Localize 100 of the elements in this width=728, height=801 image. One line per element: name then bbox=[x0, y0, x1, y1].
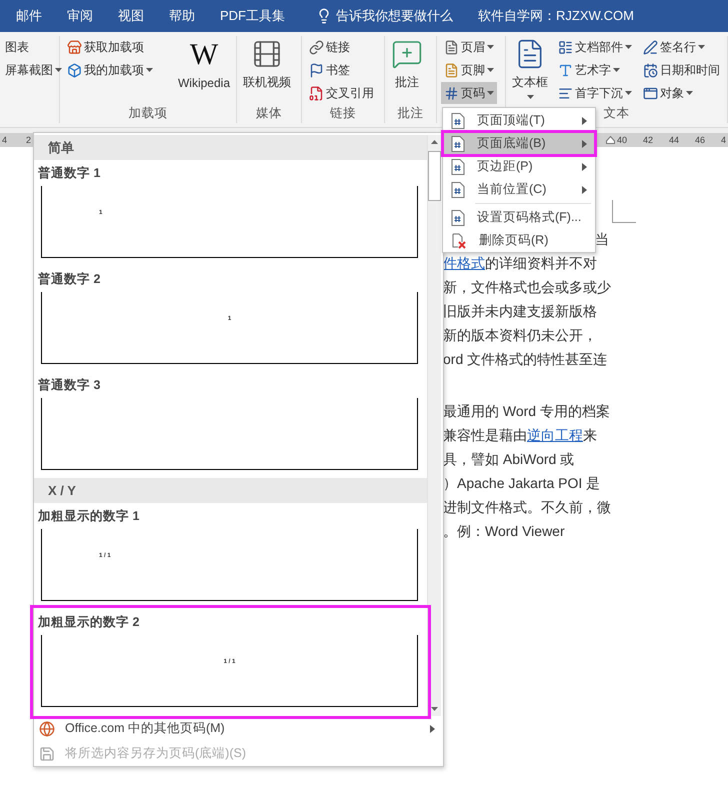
submenu-arrow-icon bbox=[582, 140, 587, 148]
pen-icon bbox=[643, 40, 658, 54]
ribbon-button[interactable]: 屏幕截图 bbox=[2, 59, 65, 81]
document-text: 件格式的详细资料并不对 bbox=[443, 254, 597, 273]
gallery-item-label: 普通数字 2 bbox=[37, 270, 102, 288]
menu-item[interactable]: 当前位置(C) bbox=[443, 178, 595, 201]
scroll-thumb[interactable] bbox=[428, 151, 441, 201]
section-header: X / Y bbox=[34, 478, 427, 503]
page-hash-icon bbox=[451, 136, 465, 152]
ribbon-tab[interactable]: 视图 bbox=[118, 7, 144, 25]
ribbon-button[interactable]: W Wikipedia bbox=[176, 36, 232, 92]
ruler-number: 42 bbox=[643, 135, 654, 145]
page-hash-icon bbox=[451, 158, 465, 174]
ribbon-button[interactable]: 交叉引用 bbox=[306, 82, 377, 104]
submenu-arrow-icon bbox=[582, 186, 587, 194]
ruler-number: 4 bbox=[2, 135, 8, 145]
logo: W bbox=[190, 38, 218, 72]
menu-item[interactable]: 页面顶端(T) bbox=[443, 109, 595, 132]
submenu-arrow-icon bbox=[582, 116, 587, 124]
ribbon-button[interactable]: 页脚 bbox=[441, 59, 497, 81]
group-label: 链接 bbox=[330, 105, 356, 122]
ribbon-button[interactable]: 页眉 bbox=[441, 36, 497, 58]
save-icon bbox=[39, 746, 55, 762]
ribbon-button[interactable]: 日期和时间 bbox=[640, 59, 723, 81]
film-icon bbox=[251, 38, 283, 70]
hash-icon bbox=[444, 86, 459, 100]
document-text: 。例：Word Viewer bbox=[443, 522, 565, 541]
link-icon bbox=[309, 40, 324, 54]
ribbon-button[interactable]: 对象 bbox=[640, 82, 723, 104]
margin-corner-mark bbox=[612, 200, 636, 223]
section-header: 简单 bbox=[34, 135, 427, 160]
comment-icon bbox=[391, 38, 423, 70]
gallery-item-label: 普通数字 1 bbox=[37, 164, 102, 182]
gallery-item-label: 加粗显示的数字 2 bbox=[36, 614, 140, 630]
document-icon bbox=[309, 86, 324, 100]
ribbon-button[interactable]: 书签 bbox=[306, 59, 377, 81]
document-text: 新，文件格式也会或多或少 bbox=[443, 278, 611, 297]
ribbon-button[interactable]: 签名行 bbox=[640, 36, 723, 58]
document-text: 进制文件格式。不久前，微 bbox=[443, 498, 611, 517]
ruler-number: 4 bbox=[721, 135, 727, 145]
ribbon-button[interactable]: 批注 bbox=[389, 36, 425, 93]
scrollbar[interactable] bbox=[427, 135, 441, 716]
ribbon-button[interactable]: 艺术字 bbox=[555, 59, 635, 81]
store-icon bbox=[67, 40, 82, 54]
ruler-number: 44 bbox=[669, 135, 680, 145]
submenu-arrow-icon bbox=[582, 162, 587, 170]
document-text: 新的版本资料仍未公开， bbox=[443, 326, 597, 345]
page-hash-icon bbox=[451, 182, 465, 198]
page-hash-icon bbox=[451, 112, 465, 128]
ribbon-button[interactable]: 首字下沉 bbox=[555, 82, 635, 104]
document-text: ord 文件格式的特性甚至连 bbox=[443, 350, 608, 369]
document-text: ）Apache Jakarta POI 是 bbox=[443, 474, 600, 493]
gallery-item-label: 普通数字 3 bbox=[37, 376, 102, 394]
ribbon-button[interactable]: 我的加载项 bbox=[64, 59, 156, 81]
page-hash-icon bbox=[451, 210, 465, 226]
ribbon-button[interactable]: 获取加载项 bbox=[64, 36, 156, 58]
document-text: 具，譬如 AbiWord 或 bbox=[443, 450, 574, 469]
menu-item[interactable]: 删除页码(R) bbox=[443, 229, 595, 252]
flag-icon bbox=[309, 62, 324, 78]
gallery-item-label: 加粗显示的数字 1 bbox=[36, 508, 140, 524]
ruler-number: 2 bbox=[26, 135, 32, 145]
document-link[interactable]: 逆向工程 bbox=[527, 427, 583, 443]
menu-item[interactable]: 页边距(P) bbox=[443, 155, 595, 178]
ribbon-button[interactable]: 页码 bbox=[441, 82, 497, 104]
lines-icon bbox=[558, 86, 573, 100]
menu-item[interactable]: Office.com 中的其他页码(M) bbox=[34, 716, 443, 741]
cube-icon bbox=[67, 62, 82, 78]
document-text: 旧版并未内建支援新版格 bbox=[443, 302, 597, 321]
group-label: 媒体 bbox=[256, 105, 282, 122]
ribbon-tab[interactable]: PDF工具集 bbox=[220, 7, 285, 25]
ribbon-button[interactable]: 联机视频 bbox=[241, 36, 293, 93]
ribbon-tab[interactable]: 邮件 bbox=[16, 7, 42, 25]
ribbon-button[interactable]: 文本框 bbox=[510, 36, 550, 101]
document-text: 最通用的 Word 专用的档案 bbox=[443, 402, 610, 421]
document-link[interactable]: 件格式 bbox=[443, 255, 485, 271]
ruler-number: 40 bbox=[617, 135, 628, 145]
document-icon bbox=[444, 62, 459, 78]
tell-me-search[interactable]: 告诉我你想要做什么 bbox=[316, 7, 453, 25]
group-label: 批注 bbox=[398, 105, 424, 122]
ribbon-button[interactable]: 图表 bbox=[2, 36, 65, 58]
document-text: 兼容性是藉由逆向工程来 bbox=[443, 426, 597, 445]
ribbon-tab[interactable]: 帮助 bbox=[169, 7, 195, 25]
delete-page-icon bbox=[451, 232, 467, 248]
group-label: 加载项 bbox=[128, 105, 168, 122]
menu-item[interactable]: 页面底端(B) bbox=[443, 132, 595, 155]
list-icon bbox=[558, 40, 573, 54]
group-label: 文本 bbox=[604, 105, 630, 122]
ribbon-tab[interactable]: 审阅 bbox=[67, 7, 93, 25]
site-label: 软件自学网：RJZXW.COM bbox=[478, 7, 634, 25]
ribbon-button[interactable]: 链接 bbox=[306, 36, 377, 58]
ruler-number: 46 bbox=[695, 135, 706, 145]
calendar-icon bbox=[643, 62, 658, 78]
letter-icon bbox=[558, 62, 573, 78]
menu-item[interactable]: 设置页码格式(F)... bbox=[443, 206, 595, 229]
indent-marker-icon bbox=[606, 136, 615, 144]
window-icon bbox=[643, 86, 658, 100]
document-icon bbox=[444, 40, 459, 54]
ribbon-button[interactable]: 文档部件 bbox=[555, 36, 635, 58]
globe-icon bbox=[39, 720, 55, 736]
gallery-item[interactable]: 普通数字 3 bbox=[34, 372, 427, 478]
